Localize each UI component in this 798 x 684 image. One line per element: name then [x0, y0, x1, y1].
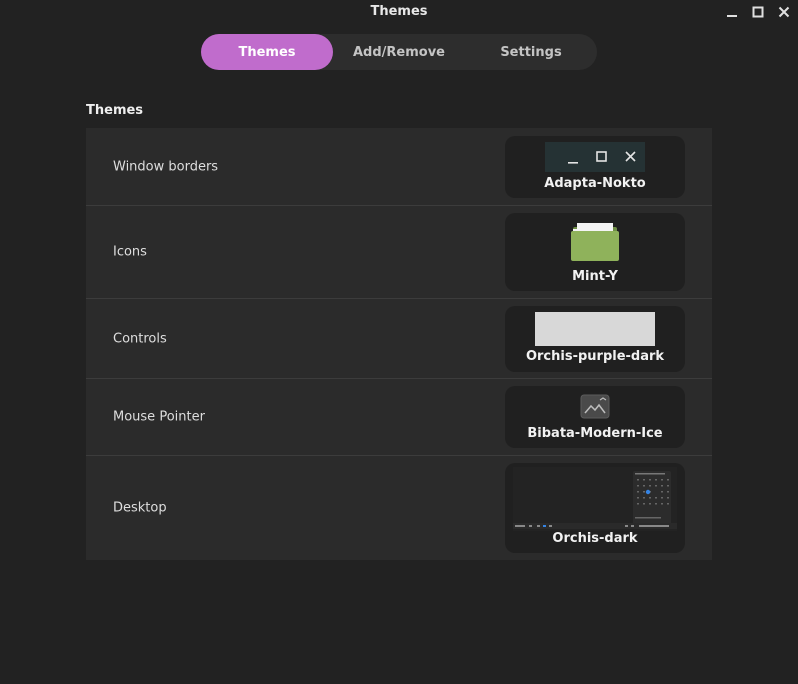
desktop-preview-icon	[513, 467, 677, 531]
title-bar: Themes	[0, 0, 798, 24]
image-placeholder-icon	[580, 394, 610, 419]
desktop-chooser[interactable]: Orchis-dark	[505, 463, 685, 553]
row-label: Icons	[113, 244, 147, 260]
theme-name: Orchis-purple-dark	[525, 349, 665, 364]
theme-name: Mint-Y	[572, 269, 618, 284]
row-label: Controls	[113, 331, 167, 347]
window-borders-preview	[545, 142, 645, 172]
window-buttons-preview-icon	[568, 151, 636, 164]
maximize-button[interactable]	[747, 2, 769, 22]
controls-preview	[535, 312, 655, 346]
maximize-icon	[752, 6, 764, 18]
theme-name: Orchis-dark	[552, 531, 638, 546]
row-desktop: Desktop Orchis-dark	[86, 456, 712, 560]
controls-chooser[interactable]: Orchis-purple-dark	[505, 306, 685, 372]
theme-name: Adapta-Nokto	[544, 176, 646, 191]
row-mouse-pointer: Mouse Pointer Bibata-Modern-Ice	[86, 379, 712, 456]
row-window-borders: Window borders Adapta-Nokto	[86, 128, 712, 206]
row-label: Mouse Pointer	[113, 409, 205, 425]
window-borders-chooser[interactable]: Adapta-Nokto	[505, 136, 685, 198]
close-icon	[778, 6, 790, 18]
tab-themes[interactable]: Themes	[201, 34, 333, 70]
row-label: Window borders	[113, 159, 219, 175]
view-switcher: Themes Add/Remove Settings	[201, 34, 597, 70]
section-title: Themes	[86, 103, 144, 118]
minimize-button[interactable]	[721, 2, 743, 22]
row-label: Desktop	[113, 500, 167, 516]
window-title: Themes	[370, 4, 428, 19]
icons-chooser[interactable]: Mint-Y	[505, 213, 685, 291]
row-icons: Icons Mint-Y	[86, 206, 712, 299]
folder-icon	[571, 223, 619, 261]
mouse-pointer-chooser[interactable]: Bibata-Modern-Ice	[505, 386, 685, 448]
theme-name: Bibata-Modern-Ice	[527, 426, 663, 441]
minimize-icon	[727, 15, 737, 17]
tab-settings[interactable]: Settings	[465, 34, 597, 70]
tab-add-remove[interactable]: Add/Remove	[333, 34, 465, 70]
row-controls: Controls Orchis-purple-dark	[86, 299, 712, 379]
close-button[interactable]	[773, 2, 795, 22]
themes-list: Window borders Adapta-Nokto Icons Mint-Y	[86, 128, 712, 560]
